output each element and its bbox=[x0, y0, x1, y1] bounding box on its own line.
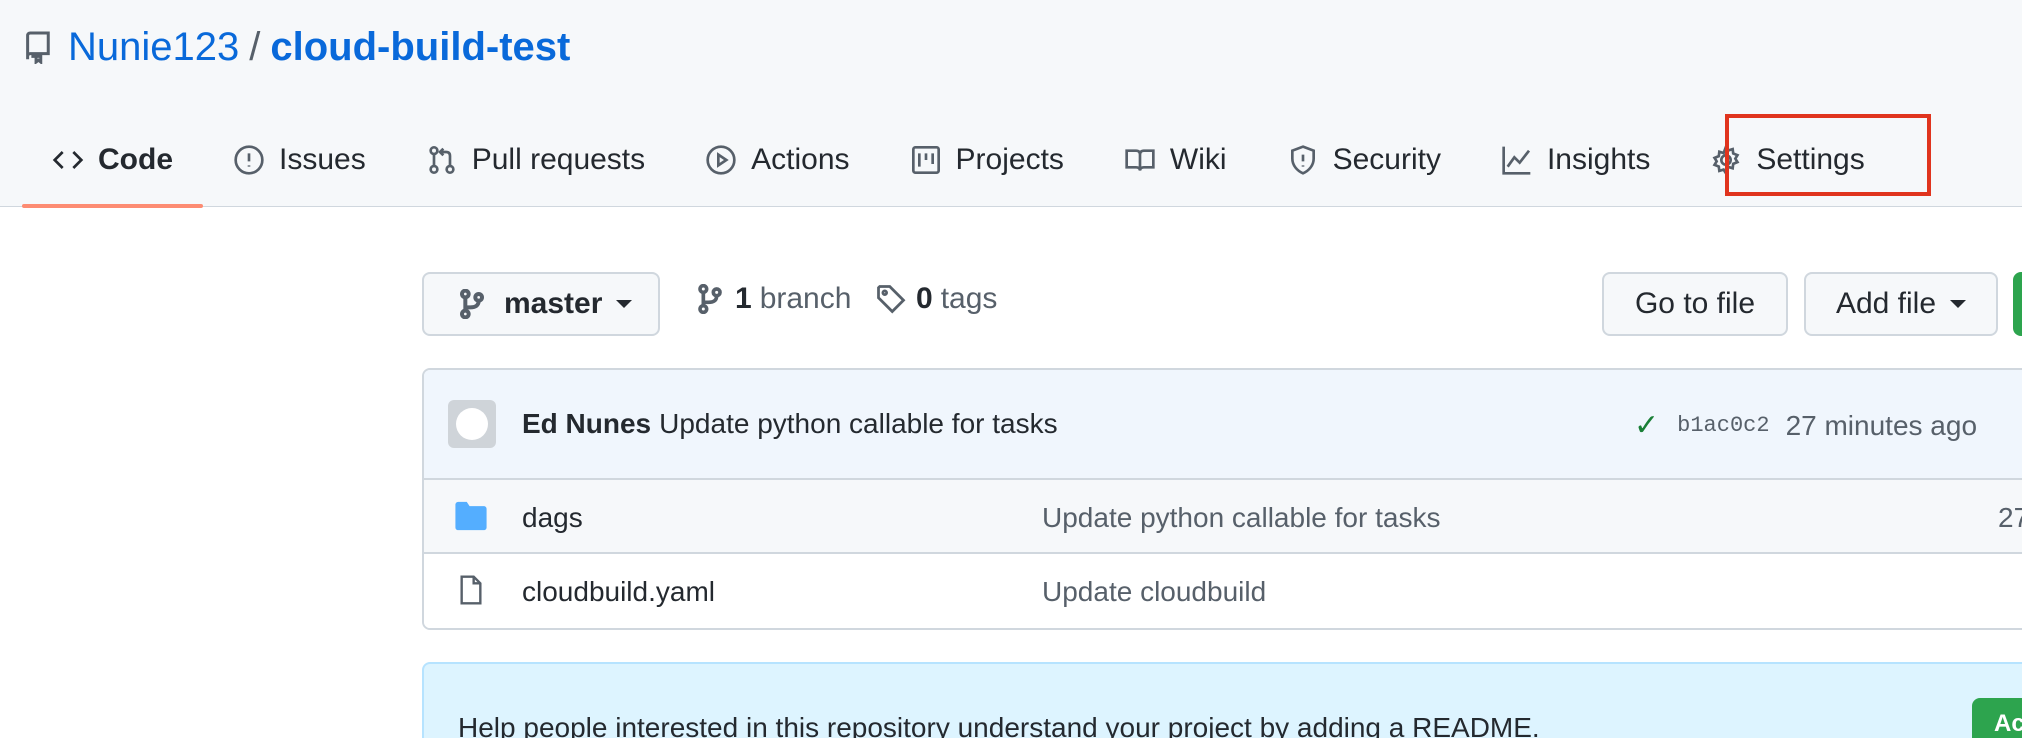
file-row-dags[interactable]: dags Update python callable for tasks 27 bbox=[424, 480, 2022, 554]
file-browser: Ed Nunes Update python callable for tasks… bbox=[422, 368, 2022, 630]
tab-insights-label: Insights bbox=[1546, 142, 1651, 176]
graph-icon bbox=[1502, 146, 1531, 175]
tab-projects-label: Projects bbox=[955, 142, 1064, 176]
project-icon bbox=[911, 145, 940, 174]
tag-icon bbox=[877, 285, 906, 314]
add-file-label: Add file bbox=[1835, 287, 1937, 320]
settings-highlight-box bbox=[1725, 114, 1931, 196]
repo-header: Nunie123 / cloud-build-test Code Issues … bbox=[0, 0, 2022, 208]
repo-owner-link[interactable]: Nunie123 bbox=[68, 25, 239, 70]
add-file-button[interactable]: Add file bbox=[1804, 272, 1998, 336]
readme-prompt-text: Help people interested in this repositor… bbox=[458, 712, 1540, 738]
tab-actions[interactable]: Actions bbox=[675, 112, 879, 207]
file-commit-message[interactable]: Update cloudbuild bbox=[1042, 576, 1266, 608]
tab-issues-label: Issues bbox=[279, 142, 366, 176]
repo-name-link[interactable]: cloud-build-test bbox=[270, 25, 570, 70]
commit-message[interactable]: Update python callable for tasks bbox=[659, 408, 1057, 439]
tab-actions-label: Actions bbox=[751, 142, 850, 176]
tab-code-label: Code bbox=[98, 142, 173, 176]
tab-wiki[interactable]: Wiki bbox=[1094, 112, 1257, 207]
repo-nav-tabs: Code Issues Pull requests Actions Projec… bbox=[22, 112, 1895, 208]
file-icon bbox=[460, 575, 482, 605]
check-icon[interactable]: ✓ bbox=[1634, 408, 1659, 443]
file-name[interactable]: cloudbuild.yaml bbox=[522, 576, 715, 608]
pull-request-icon bbox=[429, 145, 455, 174]
avatar[interactable] bbox=[448, 400, 496, 448]
latest-commit-bar: Ed Nunes Update python callable for tasks… bbox=[424, 370, 2022, 480]
tab-security[interactable]: Security bbox=[1257, 112, 1471, 207]
tab-wiki-label: Wiki bbox=[1169, 142, 1227, 176]
tab-projects[interactable]: Projects bbox=[880, 112, 1094, 207]
branches-link[interactable]: 1 branch bbox=[695, 282, 851, 316]
git-branch-icon bbox=[460, 289, 484, 319]
file-age: 27 bbox=[1998, 502, 2022, 533]
branch-name: master bbox=[504, 287, 603, 320]
commit-summary: Ed Nunes Update python callable for tasks bbox=[522, 408, 1058, 440]
github-mark-icon bbox=[456, 408, 488, 440]
go-to-file-button[interactable]: Go to file bbox=[1602, 272, 1788, 336]
tab-security-label: Security bbox=[1332, 142, 1441, 176]
branch-select-button[interactable]: master bbox=[422, 272, 660, 336]
commit-sha[interactable]: b1ac0c2 bbox=[1677, 413, 1769, 438]
tab-insights[interactable]: Insights bbox=[1471, 112, 1680, 207]
file-name[interactable]: dags bbox=[522, 502, 583, 534]
git-branch-icon bbox=[698, 284, 722, 314]
readme-prompt: Help people interested in this repositor… bbox=[422, 662, 2022, 738]
chevron-down-icon bbox=[616, 300, 633, 308]
file-row-cloudbuild[interactable]: cloudbuild.yaml Update cloudbuild bbox=[424, 554, 2022, 628]
code-button[interactable] bbox=[2013, 272, 2022, 336]
chevron-down-icon bbox=[1950, 300, 1967, 308]
repo-icon bbox=[26, 31, 50, 64]
tags-link[interactable]: 0 tags bbox=[876, 282, 997, 316]
issue-icon bbox=[234, 144, 264, 175]
commit-details: ✓ b1ac0c2 27 minutes ago bbox=[1634, 408, 1977, 443]
folder-icon bbox=[455, 501, 487, 531]
commit-author[interactable]: Ed Nunes bbox=[522, 408, 651, 439]
commit-time[interactable]: 27 minutes ago bbox=[1786, 410, 1977, 442]
book-icon bbox=[1125, 148, 1155, 171]
branch-word: branch bbox=[759, 282, 852, 315]
add-readme-button[interactable]: Ac bbox=[1972, 698, 2022, 738]
repo-title: Nunie123 / cloud-build-test bbox=[22, 22, 570, 72]
tab-issues[interactable]: Issues bbox=[203, 112, 396, 207]
file-commit-message[interactable]: Update python callable for tasks bbox=[1042, 502, 1440, 534]
repo-separator: / bbox=[249, 24, 261, 69]
code-icon bbox=[52, 150, 84, 169]
tab-code[interactable]: Code bbox=[22, 112, 203, 208]
tab-pull-requests[interactable]: Pull requests bbox=[396, 112, 675, 207]
tag-count: 0 bbox=[916, 282, 933, 315]
branch-count: 1 bbox=[735, 282, 752, 315]
play-icon bbox=[706, 144, 736, 175]
tab-pull-requests-label: Pull requests bbox=[471, 142, 646, 176]
tag-word: tags bbox=[940, 282, 998, 315]
shield-icon bbox=[1290, 144, 1315, 175]
